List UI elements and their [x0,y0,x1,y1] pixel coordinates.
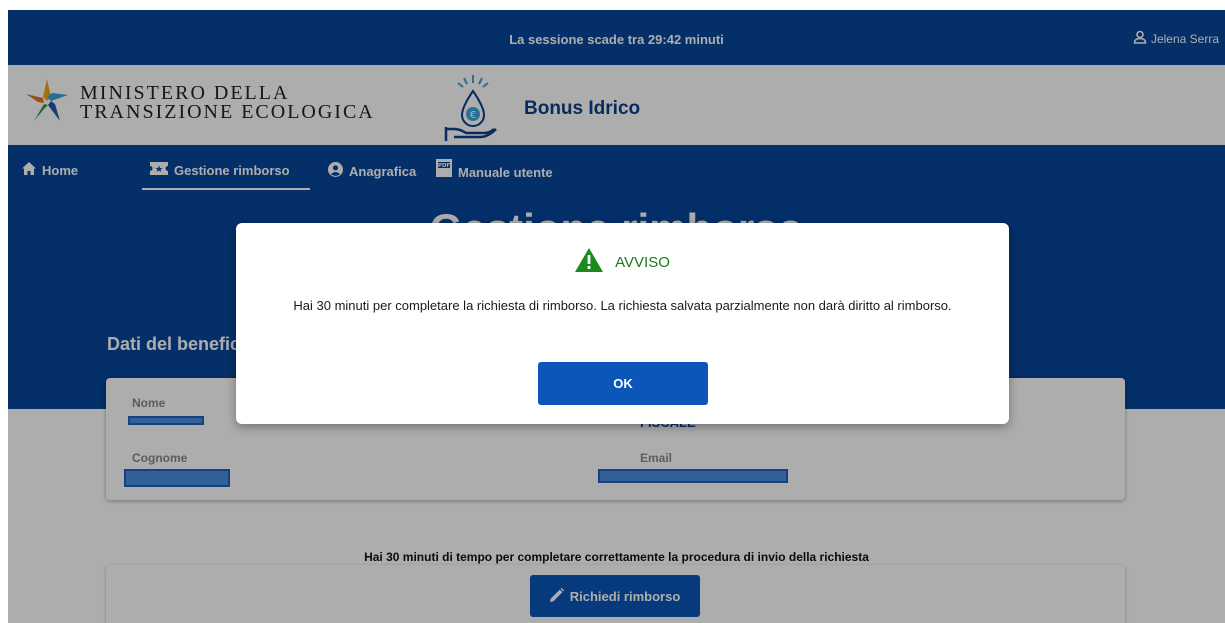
warning-dialog: AVVISO Hai 30 minuti per completare la r… [236,223,1009,424]
dialog-message: Hai 30 minuti per completare la richiest… [293,298,952,313]
dialog-header: AVVISO [236,248,1009,277]
ok-button[interactable]: OK [538,362,708,405]
dialog-title: AVVISO [615,254,670,271]
warning-icon [575,248,604,277]
page: La sessione scade tra 29:42 minuti Jelen… [8,10,1225,623]
